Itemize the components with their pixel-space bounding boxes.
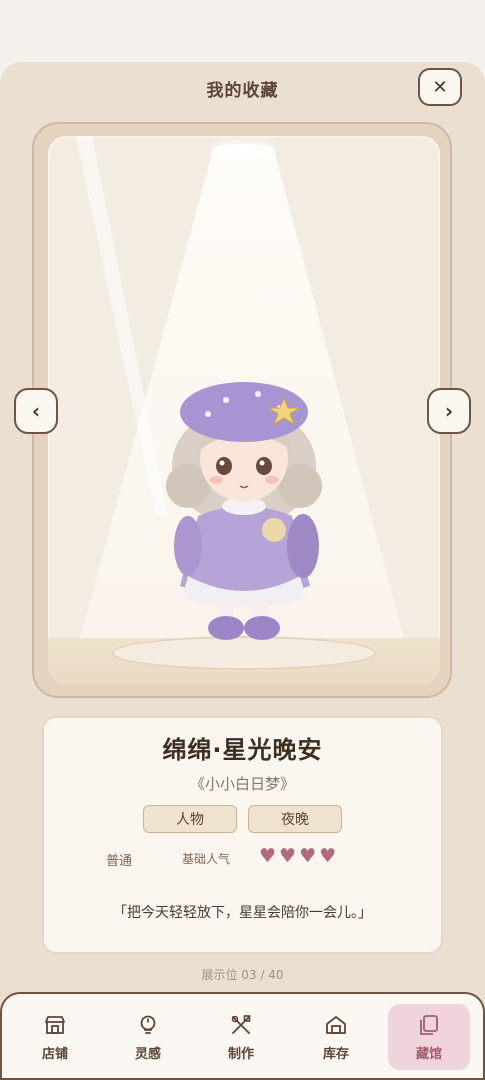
- tag-chip: 夜晚: [248, 805, 342, 833]
- tools-icon: [231, 1014, 251, 1034]
- nav-label: 灵感: [134, 1046, 161, 1062]
- figure-image: [166, 382, 322, 640]
- heart-icon: ♥: [259, 845, 277, 867]
- nav-label: 店铺: [41, 1046, 68, 1062]
- nav-label: 库存: [322, 1046, 349, 1062]
- house-icon: [326, 1015, 346, 1034]
- nav-item-craft[interactable]: 制作: [200, 1004, 282, 1070]
- figure-name: 绵绵·星光晚安: [162, 736, 323, 764]
- chevron-left-icon: ‹: [31, 399, 41, 423]
- figure-quote: 「把今天轻轻放下，星星会陪你一会儿。」: [113, 905, 372, 921]
- heart-icon: ♥: [279, 845, 297, 867]
- figure-series: 《小小白日梦》: [189, 775, 295, 793]
- nav-item-collection[interactable]: 藏馆: [388, 1004, 470, 1070]
- heart-icon: ♥: [319, 845, 337, 867]
- lightbulb-icon: [140, 1015, 156, 1034]
- nav-label: 制作: [227, 1046, 254, 1062]
- popularity-label: 基础人气: [182, 852, 231, 866]
- nav-item-storage[interactable]: 库存: [295, 1004, 377, 1070]
- page-title: 我的收藏: [206, 81, 279, 101]
- close-icon: ✕: [432, 76, 448, 98]
- next-figure-button[interactable]: ›: [427, 388, 471, 434]
- tag-chip: 人物: [143, 805, 237, 833]
- rarity-label: 普通: [106, 854, 133, 869]
- nav-label: 藏馆: [415, 1046, 442, 1062]
- chevron-right-icon: ›: [444, 399, 454, 423]
- heart-icon: ♥: [299, 845, 317, 867]
- shop-icon: [45, 1015, 65, 1034]
- slot-counter: 展示位 03 / 40: [201, 968, 284, 982]
- display-case: [48, 136, 440, 684]
- nav-item-shop[interactable]: 店铺: [14, 1004, 96, 1070]
- prev-figure-button[interactable]: ‹: [14, 388, 58, 434]
- nav-item-inspiration[interactable]: 灵感: [107, 1004, 189, 1070]
- close-button[interactable]: ✕: [418, 68, 462, 106]
- popularity-hearts: ♥ ♥ ♥ ♥: [259, 846, 336, 866]
- collection-icon: [420, 1014, 438, 1035]
